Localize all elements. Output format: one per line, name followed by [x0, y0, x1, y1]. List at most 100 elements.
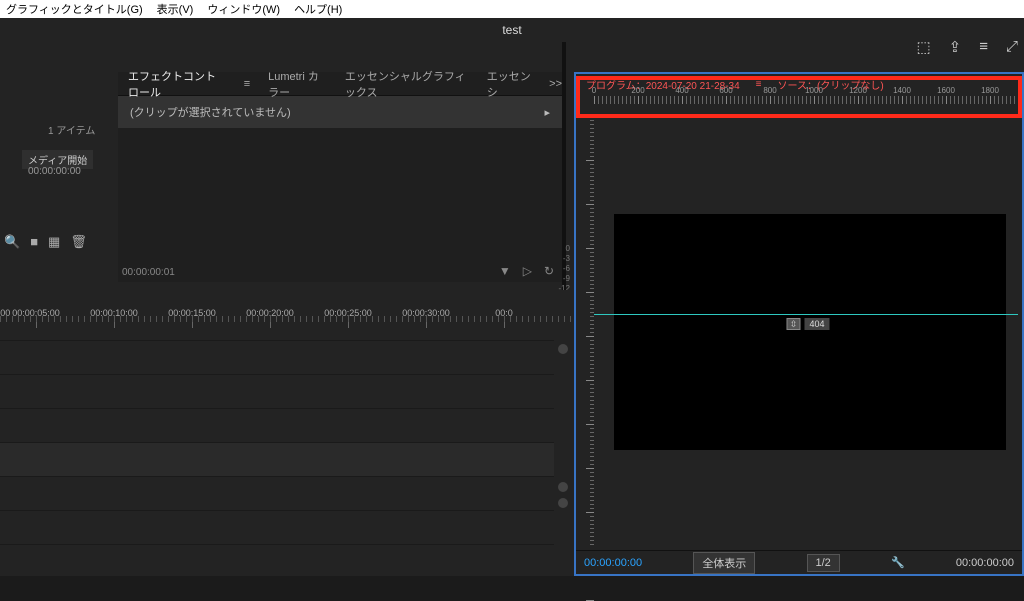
track-row[interactable] [0, 340, 554, 374]
project-panel: 1 アイテム メディア開始 00:00:00:00 🔍 ■ ▦ 🗑 [0, 42, 115, 282]
timeline-tick [348, 322, 349, 328]
menu-window[interactable]: ウィンドウ(W) [207, 1, 280, 17]
ruler-tick [586, 248, 594, 249]
horizontal-ruler[interactable]: 020040060080010001200140016001800 [594, 96, 1018, 116]
db-scale-label: -6 [546, 264, 570, 274]
timeline-tick [114, 322, 115, 328]
track-row[interactable] [0, 408, 554, 442]
ruler-tick-label: 800 [763, 86, 776, 95]
ruler-tick-label: 400 [675, 86, 688, 95]
timeline-tick [504, 322, 505, 328]
tabs-overflow-icon[interactable]: >> [549, 78, 562, 90]
effect-controls-panel: エフェクトコントロール ≡ Lumetri カラー エッセンシャルグラフィックス… [118, 72, 562, 282]
program-monitor: プログラム：2024-07-20 21-28-34 ≡ ソース：(クリップなし)… [574, 72, 1024, 576]
timeline-tick [426, 322, 427, 328]
document-title: test [502, 23, 521, 37]
ruler-tick-label: 200 [631, 86, 644, 95]
track-row[interactable] [0, 374, 554, 408]
ruler-tick [586, 424, 594, 425]
ruler-tick [858, 96, 859, 104]
search-icon[interactable]: 🔍 [4, 234, 20, 250]
ruler-tick [682, 96, 683, 104]
tab-menu-icon[interactable]: ≡ [756, 79, 762, 90]
title-bar: test ⬚ ⇪ ≡ ⤢ [0, 18, 1024, 42]
ruler-tick-label: 600 [719, 86, 732, 95]
tab-essential-cut[interactable]: エッセンシ [487, 68, 531, 100]
menu-view[interactable]: 表示(V) [157, 1, 194, 17]
ruler-tick [770, 96, 771, 104]
move-icon[interactable]: ⇳ [786, 318, 800, 330]
timeline-ruler[interactable]: :00 00:00:05:0000:00:10:0000:00:15:0000:… [0, 308, 572, 336]
tab-menu-icon[interactable]: ≡ [244, 78, 250, 90]
db-scale-label: -9 [546, 274, 570, 284]
tab-effect-controls[interactable]: エフェクトコントロール [128, 68, 226, 100]
fit-dropdown[interactable]: 全体表示 [693, 552, 755, 574]
ruler-tick-label: 1800 [981, 86, 999, 95]
os-menu-bar: グラフィックとタイトル(G) 表示(V) ウィンドウ(W) ヘルプ(H) [0, 0, 1024, 18]
trash-icon[interactable]: 🗑 [70, 234, 87, 250]
track-row[interactable] [0, 442, 554, 476]
timeline-tracks[interactable] [0, 340, 554, 576]
timeline-tick [270, 322, 271, 328]
ruler-tick [586, 512, 594, 513]
scroll-thumb[interactable] [558, 498, 568, 508]
ruler-tick [586, 380, 594, 381]
ruler-tick-label: 1600 [937, 86, 955, 95]
ruler-tick [726, 96, 727, 104]
ruler-tick-label: 1200 [849, 86, 867, 95]
track-row[interactable] [0, 544, 554, 578]
track-row[interactable] [0, 476, 554, 510]
tab-program[interactable]: プログラム：2024-07-20 21-28-34 [586, 77, 740, 92]
ruler-tick [586, 204, 594, 205]
ruler-tick [586, 468, 594, 469]
scroll-thumb[interactable] [558, 344, 568, 354]
vertical-ruler[interactable] [576, 116, 594, 546]
program-canvas[interactable] [614, 214, 1006, 450]
ruler-tick [814, 96, 815, 104]
ruler-tick [586, 336, 594, 337]
resolution-dropdown[interactable]: 1/2 [807, 554, 840, 572]
menu-graphics[interactable]: グラフィックとタイトル(G) [6, 1, 143, 17]
filter-icon[interactable]: ▼ [499, 264, 511, 278]
ruler-minor-ticks [594, 96, 1018, 104]
timeline-minor-ticks [0, 316, 572, 322]
item-count-label: 1 アイテム [48, 122, 95, 137]
tab-essential-graphics[interactable]: エッセンシャルグラフィックス [345, 68, 469, 100]
tab-lumetri[interactable]: Lumetri カラー [268, 68, 327, 100]
timecode-right: 00:00:00:00 [956, 557, 1014, 569]
ruler-tick-label: 1000 [805, 86, 823, 95]
ruler-tick [990, 96, 991, 104]
settings-wrench-icon[interactable]: 🔧 [891, 556, 905, 569]
timecode-left[interactable]: 00:00:00:00 [584, 557, 642, 569]
ruler-tick [594, 96, 595, 104]
timeline-panel: :00 00:00:05:0000:00:10:0000:00:15:0000:… [0, 290, 572, 576]
thumbnail-icon[interactable]: ▦ [48, 234, 60, 250]
ruler-tick-label: 0 [592, 86, 596, 95]
ruler-tick [638, 96, 639, 104]
ruler-tick [586, 292, 594, 293]
db-scale-label: -3 [546, 254, 570, 264]
play-icon[interactable]: ▷ [523, 264, 532, 278]
guide-position-value: 404 [804, 318, 829, 330]
timeline-tick [36, 322, 37, 328]
ruler-tick-label: 1400 [893, 86, 911, 95]
scroll-thumb[interactable] [558, 482, 568, 492]
app-window: test ⬚ ⇪ ≡ ⤢ 1 アイテム メディア開始 00:00:00:00 🔍… [0, 18, 1024, 576]
no-clip-row: (クリップが選択されていません) ▸ [118, 96, 562, 128]
guide-handle[interactable]: ⇳ 404 [786, 318, 829, 330]
ruler-tick [946, 96, 947, 104]
ruler-tick [902, 96, 903, 104]
horizontal-guide[interactable] [594, 314, 1018, 315]
chevron-right-icon[interactable]: ▸ [544, 106, 550, 119]
track-row[interactable] [0, 510, 554, 544]
db-scale-label: 0 [546, 244, 570, 254]
tab-source[interactable]: ソース：(クリップなし) [778, 77, 884, 92]
ruler-tick [586, 160, 594, 161]
program-footer: 00:00:00:00 全体表示 1/2 🔧 00:00:00:00 [576, 550, 1022, 574]
panel-footer-time: 00:00:00:01 [122, 267, 175, 278]
menu-help[interactable]: ヘルプ(H) [294, 1, 342, 17]
project-footer-tools: 🔍 ■ ▦ 🗑 [4, 234, 87, 250]
panel-tabs: エフェクトコントロール ≡ Lumetri カラー エッセンシャルグラフィックス… [118, 72, 562, 96]
ruler-minor-ticks [590, 116, 594, 546]
folder-icon[interactable]: ■ [30, 234, 38, 250]
